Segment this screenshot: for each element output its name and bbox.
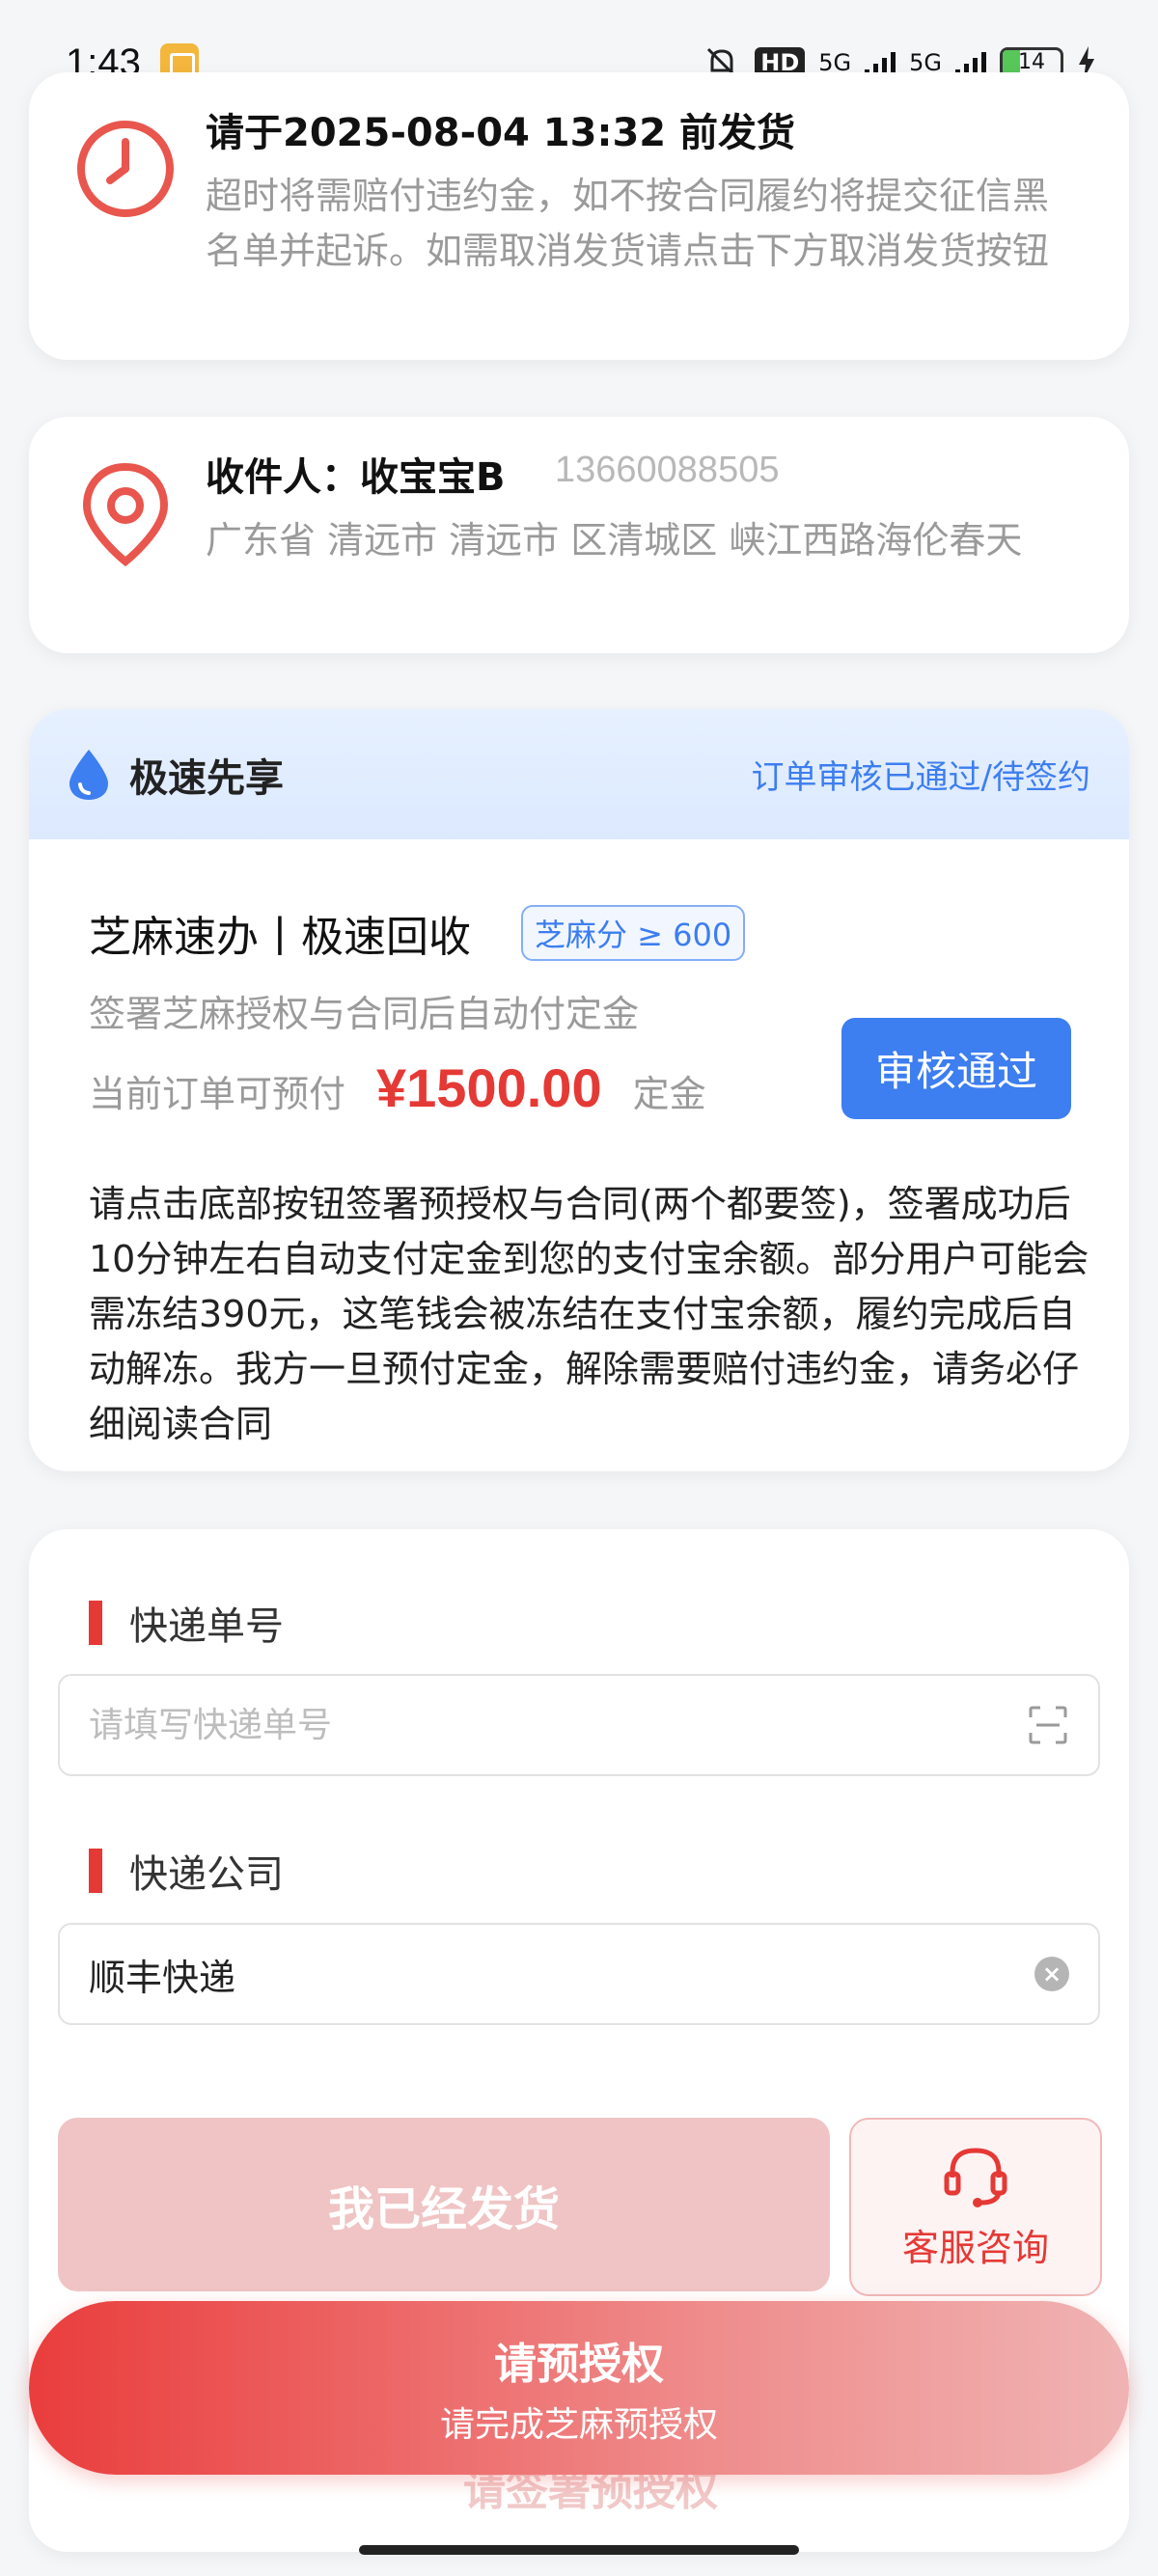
express-title: 极速先享 xyxy=(129,755,284,801)
service-subtitle: 签署芝麻授权与合同后自动付定金 xyxy=(89,993,640,1035)
prepay-unit: 定金 xyxy=(632,1073,706,1115)
tracking-label-text: 快递单号 xyxy=(129,1604,284,1649)
express-body: 芝麻速办丨极速回收 芝麻分 ≥ 600 签署芝麻授权与合同后自动付定金 当前订单… xyxy=(29,839,1129,1471)
recipient-address: 广东省 清远市 清远市 区清城区 峡江西路海伦春天 xyxy=(206,519,1023,562)
cta-main-label: 请预授权 xyxy=(494,2340,664,2389)
service-title: 芝麻速办丨极速回收 xyxy=(89,913,471,962)
customer-service-label: 客服咨询 xyxy=(901,2227,1049,2269)
company-label: 快递公司 xyxy=(89,1843,284,1899)
deadline-title: 请于2025-08-04 13:32 前发货 xyxy=(206,111,796,155)
prepay-amount: ¥1500.00 xyxy=(376,1057,602,1118)
express-header: 极速先享 订单审核已通过/待签约 xyxy=(29,709,1129,839)
headset-icon xyxy=(944,2148,1007,2207)
label-bar xyxy=(89,1601,102,1645)
address-card[interactable]: 收件人：收宝宝B 13660088505 广东省 清远市 清远市 区清城区 峡江… xyxy=(29,417,1129,653)
express-header-left: 极速先享 xyxy=(66,747,284,803)
company-label-text: 快递公司 xyxy=(129,1852,284,1897)
express-service-card: 极速先享 订单审核已通过/待签约 芝麻速办丨极速回收 芝麻分 ≥ 600 签署芝… xyxy=(29,709,1129,1471)
clock-icon xyxy=(68,111,183,227)
already-shipped-button[interactable]: 我已经发货 xyxy=(58,2118,830,2291)
scan-icon[interactable] xyxy=(1027,1704,1069,1746)
cta-sub-label: 请完成芝麻预授权 xyxy=(439,2405,718,2445)
company-field[interactable]: × xyxy=(58,1923,1100,2025)
tracking-label: 快递单号 xyxy=(89,1595,284,1651)
approve-button[interactable]: 审核通过 xyxy=(841,1018,1071,1119)
location-pin-icon xyxy=(68,455,183,571)
express-company-input[interactable] xyxy=(89,1953,1034,1995)
battery-level: 14 xyxy=(1018,50,1045,74)
tracking-number-input[interactable] xyxy=(89,1705,1027,1745)
label-bar xyxy=(89,1849,102,1893)
service-notice: 请点击底部按钮签署预授权与合同(两个都要签)，签署成功后10分钟左右自动支付定金… xyxy=(89,1183,1089,1445)
deadline-card: 请于2025-08-04 13:32 前发货 超时将需赔付违约金，如不按合同履约… xyxy=(29,72,1129,360)
home-indicator[interactable] xyxy=(359,2545,799,2555)
customer-service-button[interactable]: 客服咨询 xyxy=(849,2118,1102,2296)
tracking-field[interactable] xyxy=(58,1674,1100,1776)
prepay-row: 当前订单可预付 ¥1500.00 定金 xyxy=(89,1056,706,1119)
express-status: 订单审核已通过/待签约 xyxy=(751,758,1090,797)
credit-score-tag: 芝麻分 ≥ 600 xyxy=(521,905,746,961)
prepay-label: 当前订单可预付 xyxy=(89,1073,346,1115)
pre-authorize-button[interactable]: 请预授权 请完成芝麻预授权 xyxy=(29,2301,1129,2475)
droplet-icon xyxy=(69,749,108,800)
recipient-phone: 13660088505 xyxy=(555,450,780,490)
deadline-description: 超时将需赔付违约金，如不按合同履约将提交征信黑名单并起诉。如需取消发货请点击下方… xyxy=(206,175,1050,272)
recipient-name: 收件人：收宝宝B xyxy=(206,455,506,500)
clear-icon[interactable]: × xyxy=(1034,1957,1069,1991)
